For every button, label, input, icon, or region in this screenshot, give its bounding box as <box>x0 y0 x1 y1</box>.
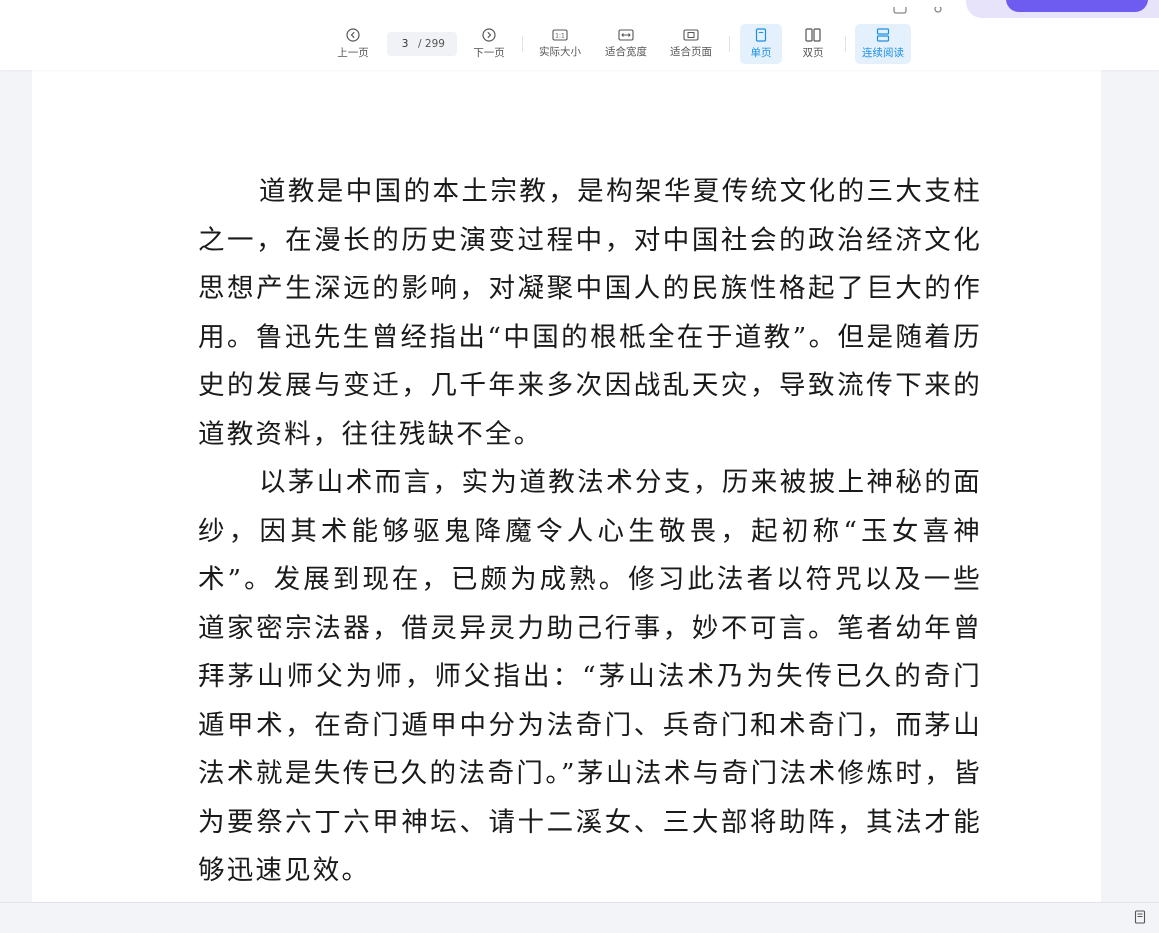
next-page-button[interactable]: 下一页 <box>468 24 510 64</box>
fit-width-button[interactable]: 适合宽度 <box>600 24 652 64</box>
single-page-label: 单页 <box>750 47 772 59</box>
fit-width-label: 适合宽度 <box>605 46 647 58</box>
page-indicator: 3 / 299 <box>387 32 457 56</box>
toolbar-divider <box>845 36 846 52</box>
svg-text:1:1: 1:1 <box>555 33 565 40</box>
paragraph: 以茅山术而言，实为道教法术分支，历来被披上神秘的面纱，因其术能够驱鬼降魔令人心生… <box>198 467 982 886</box>
status-bar <box>0 902 1159 933</box>
page-view-icon[interactable] <box>1134 909 1146 928</box>
next-page-label: 下一页 <box>473 47 505 59</box>
actual-size-icon: 1:1 <box>552 29 568 41</box>
double-page-label: 双页 <box>802 47 824 59</box>
page-number-input[interactable]: 3 <box>396 38 414 50</box>
actual-size-button[interactable]: 1:1 实际大小 <box>534 24 586 64</box>
fit-page-button[interactable]: 适合页面 <box>665 24 717 64</box>
toolbar-divider <box>522 36 523 52</box>
single-page-button[interactable]: 单页 <box>740 24 782 64</box>
fit-page-icon <box>683 29 699 41</box>
document-page: 道教是中国的本土宗教，是构架华夏传统文化的三大支柱之一，在漫长的历史演变过程中，… <box>32 70 1101 902</box>
ai-assistant-button[interactable] <box>1006 0 1148 12</box>
fit-page-label: 适合页面 <box>670 46 712 58</box>
reader-toolbar: 上一页 3 / 299 下一页 1:1 实际大小 适合宽度 适合页面 单页 双页… <box>0 18 1159 70</box>
double-page-icon <box>805 28 821 42</box>
toolbar-divider <box>729 36 730 52</box>
chevron-right-circle-icon <box>482 28 496 42</box>
paragraph: 道教是中国的本土宗教，是构架华夏传统文化的三大支柱之一，在漫长的历史演变过程中，… <box>198 176 982 450</box>
notification-icon[interactable] <box>933 0 943 18</box>
page-text: 道教是中国的本土宗教，是构架华夏传统文化的三大支柱之一，在漫长的历史演变过程中，… <box>198 168 982 896</box>
chevron-left-circle-icon <box>346 28 360 42</box>
continuous-reading-icon <box>876 28 890 42</box>
fit-width-icon <box>618 29 634 41</box>
total-pages: / 299 <box>418 38 445 50</box>
double-page-button[interactable]: 双页 <box>792 24 834 64</box>
prev-page-label: 上一页 <box>337 47 369 59</box>
actual-size-label: 实际大小 <box>539 46 581 58</box>
continuous-reading-label: 连续阅读 <box>862 47 904 59</box>
window-icon[interactable] <box>893 0 907 18</box>
single-page-icon <box>755 28 767 42</box>
continuous-reading-button[interactable]: 连续阅读 <box>855 24 911 64</box>
prev-page-button[interactable]: 上一页 <box>332 24 374 64</box>
